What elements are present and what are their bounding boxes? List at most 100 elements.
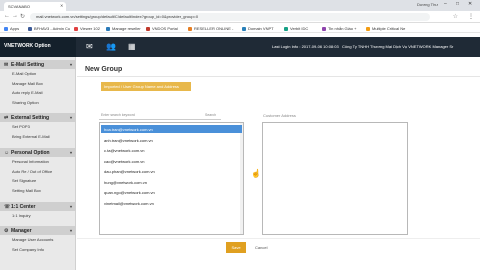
bookmark-label: RESELLER ONLINE -	[194, 26, 234, 31]
collapse-icon[interactable]: ▾	[70, 228, 72, 233]
bookmark-item[interactable]: BFHAV3 - Admin Cu	[28, 26, 70, 31]
sidebar-item[interactable]: Setting Mail Box	[12, 188, 41, 193]
reload-icon[interactable]: ↻	[20, 13, 25, 20]
sidebar-item[interactable]: Sharing Option	[12, 100, 39, 105]
bookmark-favicon-icon	[74, 27, 78, 31]
mail-icon[interactable]: ✉	[86, 42, 93, 51]
collapse-icon[interactable]: ▾	[70, 204, 72, 209]
sidebar-item[interactable]: Manage Mail Box	[12, 81, 43, 86]
company-name[interactable]: Công Ty TNHH Thương Mại Dịch Vụ VNETWORK…	[342, 44, 476, 49]
divider	[77, 238, 480, 239]
last-login-info: Last Login Info : 2017-09-06 10:08:03	[272, 44, 339, 49]
tab-close-icon[interactable]: ✕	[60, 3, 63, 8]
tab-title: SCVANABO	[8, 4, 30, 9]
bookmark-item[interactable]: Tin nhắn Giáo +	[322, 26, 356, 31]
email-list-item[interactable]: dau.phan@vnetwork.com.vn	[101, 167, 242, 175]
page-title: New Group	[85, 66, 123, 73]
bookmark-label: Manage reseller	[112, 26, 141, 31]
search-underline	[99, 119, 221, 120]
bookmark-item[interactable]: Viewer 102	[74, 26, 100, 31]
bookmark-label: Viewer 102	[80, 26, 100, 31]
sidebar-item[interactable]: 1:1 Inquiry	[12, 213, 31, 218]
sidebar-item[interactable]: Bring External E-Mail	[12, 134, 50, 139]
sidebar-item[interactable]: Personal Information	[12, 159, 49, 164]
app-logo[interactable]: VNETWORK Option	[0, 37, 76, 57]
browser-menu-icon[interactable]: ⋮	[468, 13, 474, 20]
email-listbox[interactable]: hoa.tran@vnetwork.com.vn anh.tran@vnetwor…	[99, 122, 244, 235]
close-window-icon[interactable]: ✕	[468, 1, 472, 7]
sidebar-item[interactable]: Set Signature	[12, 178, 36, 183]
sidebar-section-label: 1:1 Center	[11, 204, 36, 210]
sidebar-section-label: Manager	[11, 228, 32, 234]
bookmark-favicon-icon	[188, 27, 192, 31]
section-icon: ☏	[4, 204, 11, 210]
sidebar-item[interactable]: Auto Re / Out of Office	[12, 169, 52, 174]
section-icon: ⇄	[4, 115, 9, 121]
bookmark-favicon-icon	[322, 27, 326, 31]
email-list-item[interactable]: quan.ngo@vnetwork.com.vn	[101, 188, 242, 196]
bookmark-label: BFHAV3 - Admin Cu	[34, 26, 71, 31]
sidebar-item[interactable]: E-Mail Option	[12, 71, 36, 76]
collapse-icon[interactable]: ▾	[70, 62, 72, 67]
back-icon[interactable]: ←	[4, 13, 10, 19]
sidebar: ✉ E-Mail Setting ▾ E-Mail Option Manage Mail…	[0, 57, 76, 270]
sidebar-section-header[interactable]: ☏1:1 Center ▾	[0, 202, 76, 211]
bookmark-label: Multiple Critical Ne	[372, 26, 406, 31]
contacts-icon[interactable]: 👥	[106, 42, 116, 51]
bookmark-star-icon[interactable]: ☆	[453, 13, 458, 20]
sidebar-item[interactable]: Set POP3	[12, 124, 30, 129]
bookmark-label: Apps	[10, 26, 20, 31]
customer-address-listbox[interactable]	[262, 122, 408, 235]
bookmark-favicon-icon	[242, 27, 246, 31]
section-icon: ✉	[4, 62, 9, 68]
minimize-icon[interactable]: –	[444, 1, 447, 7]
calendar-icon[interactable]: ▦	[128, 42, 136, 51]
email-list-item[interactable]: anh.tran@vnetwork.com.vn	[101, 136, 242, 144]
email-list-item[interactable]: cao@vnetwork.com.vn	[101, 157, 242, 165]
search-input[interactable]: Enter search keyword	[101, 113, 135, 117]
import-group-button[interactable]: Imported / User Group Name and Address	[101, 82, 191, 91]
save-button[interactable]: Save	[226, 242, 246, 253]
bookmark-item[interactable]: RESELLER ONLINE -	[188, 26, 233, 31]
bookmark-item[interactable]: Multiple Critical Ne	[366, 26, 405, 31]
bookmark-item[interactable]: Domain VNPT	[242, 26, 274, 31]
maximize-icon[interactable]: □	[456, 1, 459, 7]
browser-tab[interactable]: SCVANABO	[4, 2, 66, 11]
bookmark-item[interactable]: Manage reseller	[106, 26, 141, 31]
bookmark-favicon-icon	[284, 27, 288, 31]
bookmark-item[interactable]: VNDOS Portal	[146, 26, 178, 31]
section-icon: ⚙	[4, 228, 9, 234]
section-icon: ☺	[4, 150, 10, 156]
divider	[77, 76, 480, 77]
search-button[interactable]: Search	[205, 113, 216, 117]
profile-name[interactable]: Dương Thư	[417, 2, 438, 7]
app-header: VNETWORK Option ✉ 👥 ▦ Last Login Info : …	[0, 37, 480, 57]
sidebar-section-label: E-Mail Setting	[11, 62, 45, 68]
sidebar-item[interactable]: Manage User Accounts	[12, 237, 53, 242]
bookmark-favicon-icon	[366, 27, 370, 31]
cancel-button[interactable]: Cancel	[255, 242, 275, 253]
email-list-item[interactable]: c.ta@vnetwork.com.vn	[101, 146, 242, 154]
bookmark-label: VNDOS Portal	[152, 26, 178, 31]
collapse-icon[interactable]: ▾	[70, 150, 72, 155]
sidebar-section-header[interactable]: ✉ E-Mail Setting ▾	[0, 60, 76, 69]
sidebar-section-header[interactable]: ☺ Personal Option ▾	[0, 148, 76, 157]
sidebar-section-header[interactable]: ⇄ External Setting ▾	[0, 113, 76, 122]
email-list-item[interactable]: hung@vnetwork.com.vn	[101, 178, 242, 186]
mouse-cursor-icon: ☝	[251, 169, 261, 178]
email-list-item[interactable]: vinetmail@vnetwork.com.vn	[101, 199, 242, 207]
sidebar-item[interactable]: Auto reply E-Mail	[12, 90, 42, 95]
bookmark-label: Domain VNPT	[248, 26, 274, 31]
collapse-icon[interactable]: ▾	[70, 115, 72, 120]
sidebar-item[interactable]: Set Company Info	[12, 247, 44, 252]
sidebar-section-label: External Setting	[11, 115, 50, 121]
main-panel: New Group Imported / User Group Name and…	[77, 57, 480, 270]
browser-tab-bar: SCVANABO ✕ Dương Thư – □ ✕	[0, 0, 480, 11]
bookmark-item[interactable]: Verbit IDC	[284, 26, 308, 31]
forward-icon[interactable]: →	[12, 13, 18, 19]
bookmark-label: Tin nhắn Giáo +	[328, 26, 357, 31]
url-field[interactable]: mail.vnetwork.com.vn/settings/group/defa…	[30, 13, 430, 21]
bookmark-item[interactable]: Apps	[4, 26, 19, 31]
email-list-item[interactable]: hoa.tran@vnetwork.com.vn	[101, 125, 242, 133]
sidebar-section-header[interactable]: ⚙ Manager ▾	[0, 226, 76, 235]
